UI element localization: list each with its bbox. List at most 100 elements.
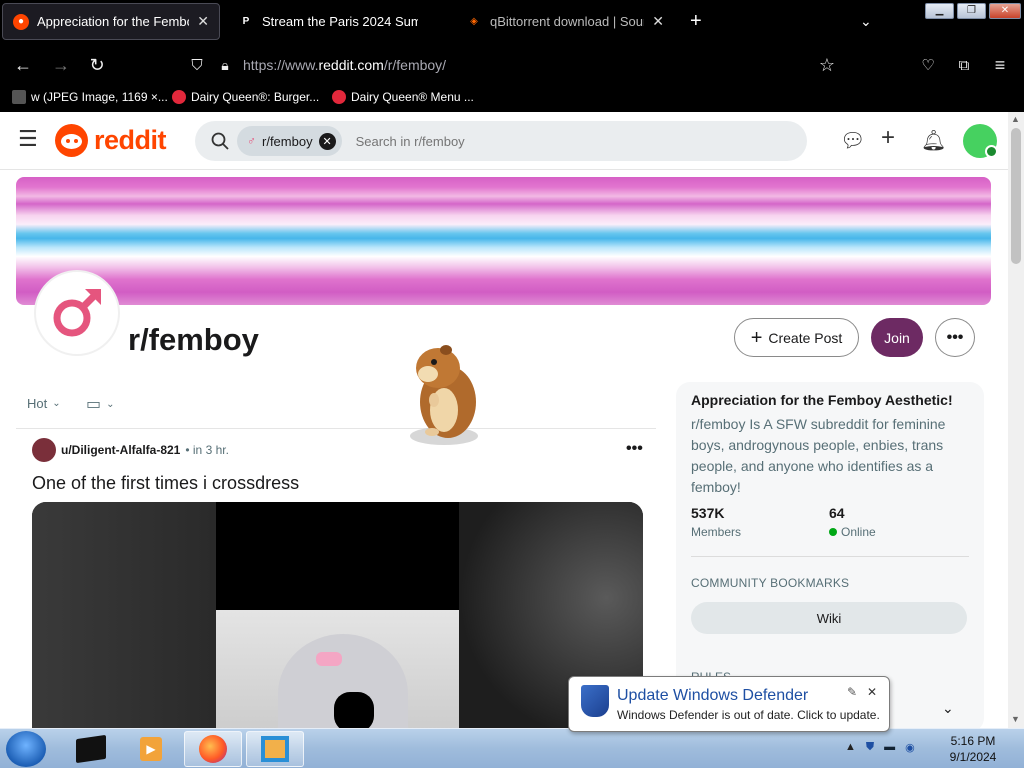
search-input[interactable]	[355, 133, 656, 149]
pocket-icon[interactable]: ♡	[915, 52, 941, 78]
start-button[interactable]	[6, 731, 46, 767]
chevron-down-icon: ⌄	[52, 398, 61, 409]
search-community-chip[interactable]: ♂ r/femboy ✕	[237, 126, 342, 156]
taskbar-app-virtualbox[interactable]	[246, 731, 304, 767]
bookmarks-toolbar: w (JPEG Image, 1169 ×... Dairy Queen®: B…	[0, 86, 1024, 112]
defender-tray-icon[interactable]: ⛊	[866, 741, 874, 754]
search-bar[interactable]: ♂ r/femboy ✕	[195, 121, 807, 161]
back-arrow-icon[interactable]: ←	[10, 52, 36, 78]
online-dot-icon	[829, 528, 837, 536]
close-window-button[interactable]: ✕	[989, 3, 1021, 19]
reddit-page: ☰ reddit ♂ r/femboy ✕ 💬︎ + 🔔︎	[0, 112, 1008, 728]
tab-title: Stream the Paris 2024 Summer	[262, 14, 418, 29]
url-host: reddit.com	[318, 57, 384, 73]
scroll-up-icon[interactable]: ▲	[1011, 114, 1020, 124]
taskbar-app-terminal[interactable]	[62, 731, 120, 767]
male-symbol-icon	[53, 289, 101, 337]
chevron-down-icon[interactable]: ⌄	[942, 700, 954, 717]
bookmarks-heading: COMMUNITY BOOKMARKS	[691, 576, 850, 590]
search-icon	[211, 132, 229, 150]
scrollbar-thumb[interactable]	[1011, 128, 1021, 264]
media-blur-left	[32, 502, 216, 728]
feed-divider	[16, 428, 656, 429]
post-author[interactable]: u/Diligent-Alfalfa-821	[61, 443, 180, 457]
create-plus-icon[interactable]: +	[881, 124, 895, 152]
notification-title: Update Windows Defender	[617, 687, 809, 704]
tab-paris-2024[interactable]: P Stream the Paris 2024 Summer	[228, 3, 446, 40]
create-post-label: Create Post	[768, 329, 843, 346]
members-count: 537K	[691, 505, 725, 521]
bookmark-item[interactable]: Dairy Queen® Menu ...	[332, 90, 474, 104]
reddit-wordmark: reddit	[94, 125, 167, 155]
hamburger-menu-icon[interactable]: ☰	[18, 126, 38, 152]
sidebar-divider	[691, 556, 969, 557]
reddit-header: ☰ reddit ♂ r/femboy ✕ 💬︎ + 🔔︎	[0, 112, 1008, 170]
reddit-favicon-icon: ●	[13, 13, 29, 30]
pin-icon[interactable]: ✎	[847, 685, 857, 699]
taskbar-app-media-player[interactable]: ▶	[122, 731, 180, 767]
bookmark-star-icon[interactable]: ☆	[814, 52, 840, 78]
defender-notification[interactable]: Update Windows Defender Windows Defender…	[568, 676, 890, 732]
view-toggle[interactable]: ▭ ⌄	[86, 394, 115, 414]
tracking-shield-icon[interactable]: ⛉	[184, 52, 210, 78]
new-tab-button[interactable]: +	[680, 3, 710, 40]
chip-label: r/femboy	[262, 133, 313, 149]
tab-reddit[interactable]: ● Appreciation for the Femboy Ae ✕	[2, 3, 220, 40]
media-player-icon: ▶	[140, 737, 162, 761]
tab-qbittorrent[interactable]: ◈ qBittorrent download | SourceF ✕	[456, 3, 674, 40]
windows-defender-shield-icon	[581, 685, 609, 717]
tab-list-chevron-icon[interactable]: ⌄	[850, 3, 880, 40]
post-media[interactable]	[32, 502, 643, 728]
photo-censor-mark	[334, 692, 374, 728]
minimize-button[interactable]: ▁	[925, 3, 954, 19]
page-scrollbar[interactable]: ▲ ▼	[1008, 112, 1024, 728]
sourceforge-favicon-icon: ◈	[470, 16, 478, 27]
bookmark-label: w (JPEG Image, 1169 ×...	[31, 90, 168, 104]
online-stat: 64 Online	[829, 505, 876, 539]
browser-tab-bar: ● Appreciation for the Femboy Ae ✕ P Str…	[0, 0, 1024, 44]
url-bar[interactable]: https://www. reddit.com/r/femboy/	[243, 50, 803, 80]
url-path: /r/femboy/	[383, 57, 447, 73]
wiki-button[interactable]: Wiki	[691, 602, 967, 634]
extensions-icon[interactable]: ⧉	[951, 52, 977, 78]
tab-close-icon[interactable]: ✕	[197, 13, 209, 30]
create-post-button[interactable]: + Create Post	[734, 318, 859, 357]
post-author-avatar[interactable]	[32, 438, 56, 462]
taskbar-app-firefox[interactable]	[184, 731, 242, 767]
scroll-down-icon[interactable]: ▼	[1011, 714, 1020, 724]
join-button[interactable]: Join	[871, 318, 923, 357]
clock-date: 9/1/2024	[949, 750, 997, 764]
members-label: Members	[691, 525, 742, 539]
bookmark-item[interactable]: w (JPEG Image, 1169 ×...	[12, 90, 168, 104]
notification-bell-icon[interactable]: 🔔︎	[921, 128, 946, 153]
male-symbol-icon: ♂	[247, 134, 256, 148]
post-title[interactable]: One of the first times i crossdress	[32, 473, 299, 494]
sort-dropdown[interactable]: Hot ⌄	[27, 396, 61, 411]
chat-icon[interactable]: 💬︎	[840, 128, 865, 153]
tray-expand-icon[interactable]: ▲	[845, 741, 856, 754]
bookmark-label: Dairy Queen®: Burger...	[191, 90, 320, 104]
chip-clear-icon[interactable]: ✕	[318, 132, 336, 150]
tab-close-icon[interactable]: ✕	[652, 13, 664, 30]
community-name: r/femboy	[128, 322, 259, 357]
reload-icon[interactable]: ↻	[84, 52, 110, 78]
snoo-icon	[55, 124, 88, 157]
hamster-desktop-pet[interactable]	[400, 340, 484, 448]
volume-icon[interactable]: ◉	[905, 741, 915, 754]
bookmark-item[interactable]: Dairy Queen®: Burger...	[172, 90, 319, 104]
user-avatar[interactable]	[963, 124, 998, 158]
lock-icon[interactable]: 🔒︎	[212, 52, 238, 78]
community-icon	[34, 270, 120, 356]
sidebar-title: Appreciation for the Femboy Aesthetic!	[691, 392, 953, 408]
menu-hamburger-icon[interactable]: ≡	[987, 52, 1013, 78]
network-monitor-icon[interactable]: ▬	[884, 741, 895, 754]
sidebar-description: r/femboy Is A SFW subreddit for feminine…	[691, 416, 946, 495]
community-more-button[interactable]: •••	[935, 318, 975, 357]
taskbar-clock[interactable]: 5:16 PM 9/1/2024	[940, 733, 1006, 765]
notification-close-icon[interactable]: ✕	[867, 685, 877, 699]
post-more-button[interactable]: •••	[626, 440, 643, 458]
restore-button[interactable]: ❐	[957, 3, 986, 19]
post-photo	[216, 502, 459, 728]
forward-arrow-icon[interactable]: →	[48, 52, 74, 78]
reddit-logo[interactable]: reddit	[55, 124, 167, 157]
